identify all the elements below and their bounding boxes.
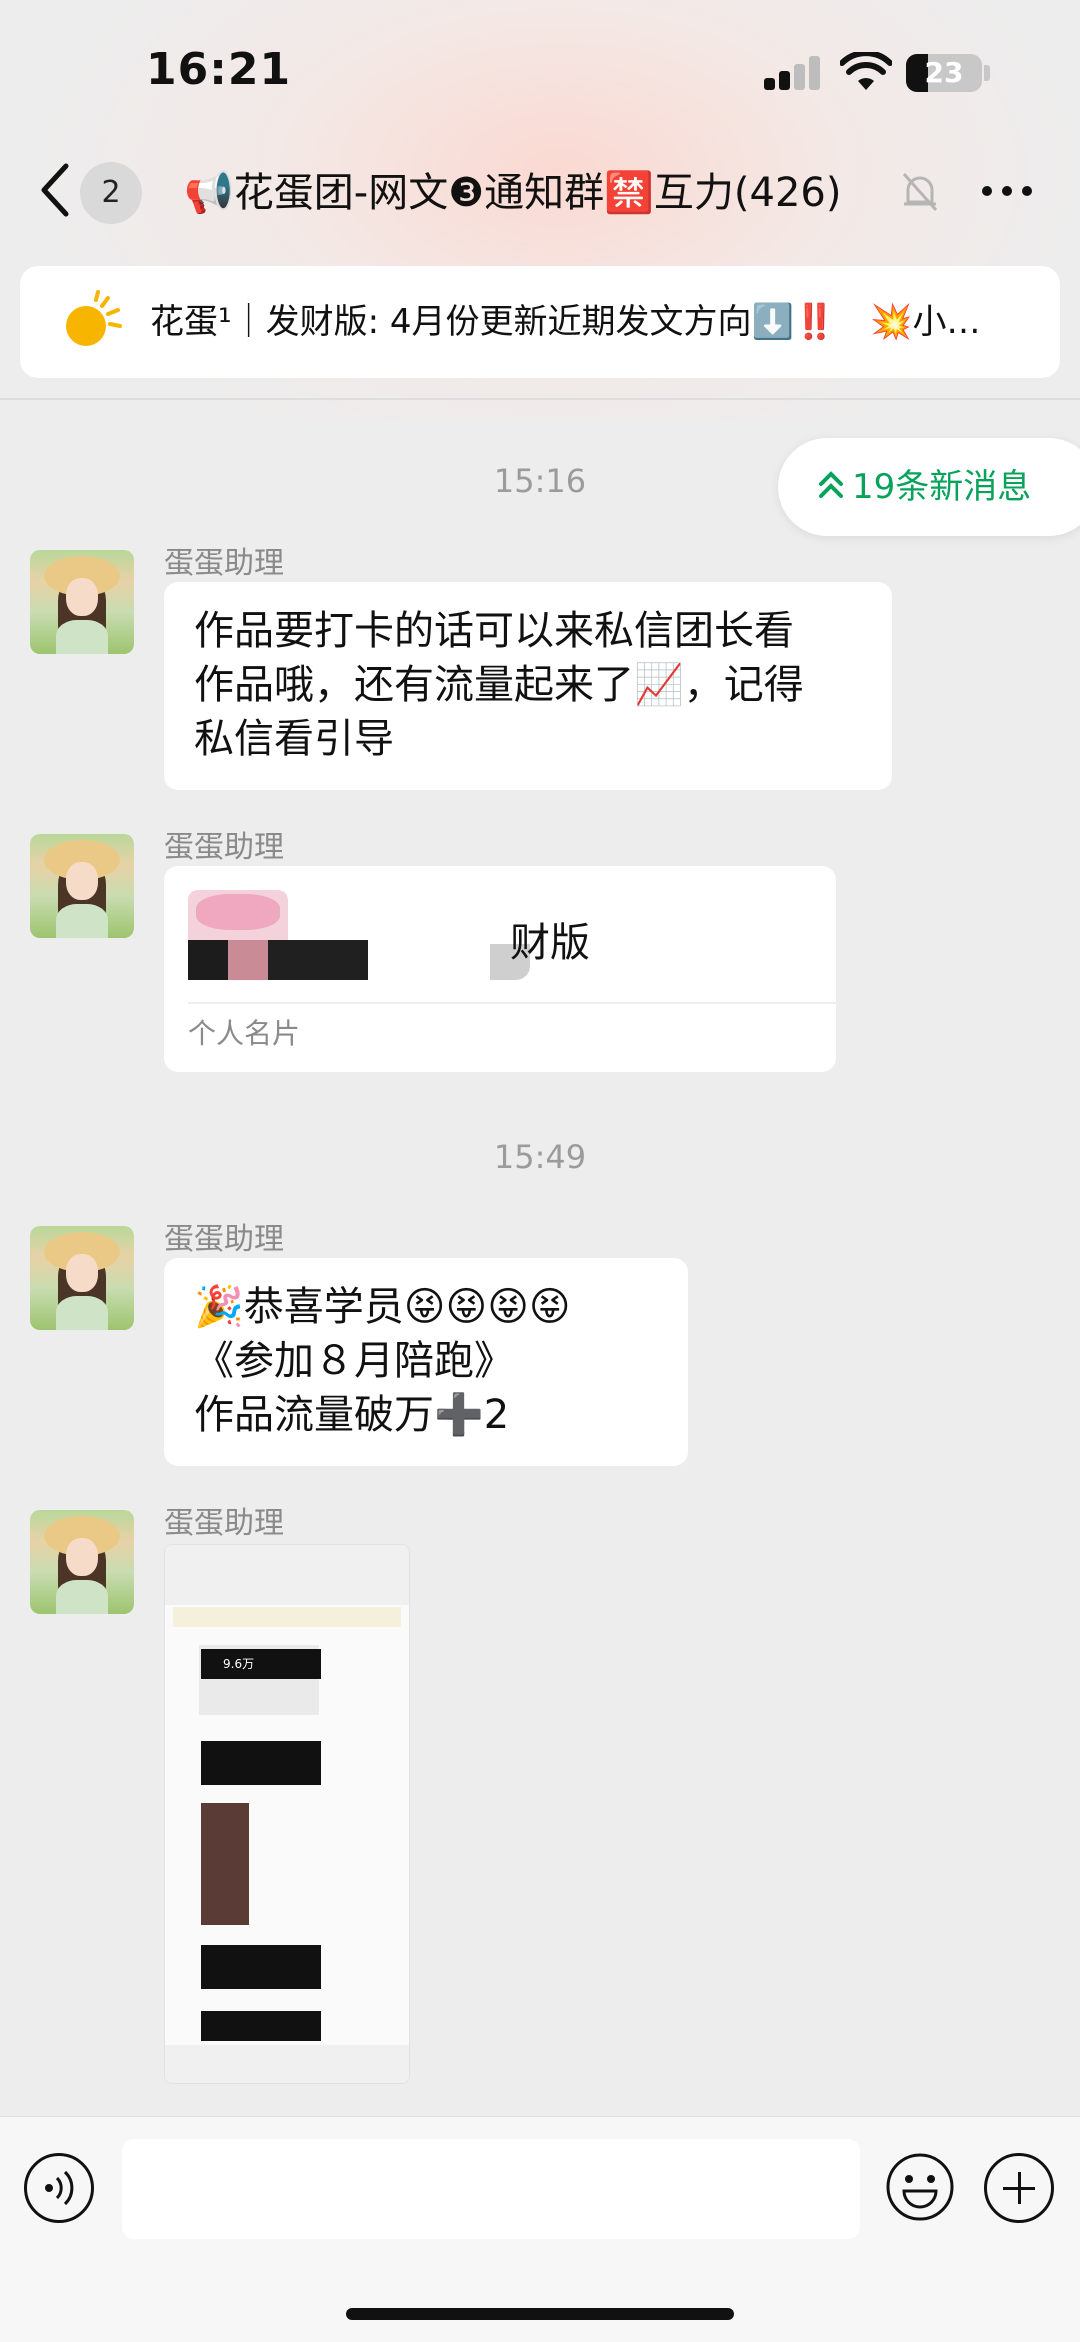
home-indicator [346,2308,734,2320]
sender-name: 蛋蛋助理 [164,830,284,865]
cellular-signal-icon [764,56,820,90]
avatar[interactable] [30,550,134,654]
image-message[interactable]: 9.6万 [164,1544,410,2084]
status-time: 16:21 [146,44,292,95]
message-timestamp: 15:16 [493,462,587,500]
redacted-block [188,940,228,980]
header-divider [0,398,1080,400]
more-options-icon[interactable] [982,184,1032,200]
back-icon[interactable] [36,160,76,220]
avatar[interactable] [30,834,134,938]
battery-icon: 23 [906,54,982,92]
add-attachment-button[interactable] [984,2153,1054,2223]
image-video-views: 9.6万 [223,1657,255,1671]
unread-count-badge[interactable]: 2 [80,162,142,224]
sender-name: 蛋蛋助理 [164,546,284,581]
message-bubble[interactable]: 🎉恭喜学员😝😝😝😝 《参加８月陪跑》 作品流量破万➕2 [164,1258,688,1466]
sender-name: 蛋蛋助理 [164,1222,284,1257]
pinned-announcement[interactable]: 花蛋¹｜发财版: 4月份更新近期发文方向⬇️‼️ 💥小… [20,266,1060,378]
redacted-block [228,940,268,980]
contact-card-name: 财版 [510,920,590,966]
avatar[interactable] [30,1226,134,1330]
avatar[interactable] [30,1510,134,1614]
voice-input-button[interactable] [24,2153,94,2223]
contact-card-type: 个人名片 [188,1017,301,1050]
chat-nav-bar: 2 📢花蛋团-网文❸通知群🈲互力(426) [0,140,1080,250]
message-bubble[interactable]: 作品要打卡的话可以来私信团长看 作品哦，还有流量起来了📈，记得 私信看引导 [164,582,892,790]
status-bar: 16:21 23 [0,0,1080,140]
battery-tip [984,65,990,81]
message-input[interactable] [122,2139,860,2239]
battery-percentage: 23 [924,56,964,89]
sun-icon [66,290,122,346]
pinned-announcement-text: 花蛋¹｜发财版: 4月份更新近期发文方向⬇️‼️ 💥小… [150,302,981,342]
voice-icon [45,2170,74,2206]
emoji-icon[interactable] [884,2151,956,2223]
muted-bell-icon [902,173,938,211]
contact-card[interactable]: 财版 个人名片 [164,866,836,1072]
card-divider [188,1002,836,1004]
message-timestamp: 15:49 [493,1138,587,1176]
chat-title: 📢花蛋团-网文❸通知群🈲互力(426) [184,170,842,216]
wifi-icon [840,52,892,90]
sender-name: 蛋蛋助理 [164,1506,284,1541]
redacted-block [268,940,368,980]
message-text: 作品要打卡的话可以来私信团长看 作品哦，还有流量起来了📈，记得 私信看引导 [194,608,804,762]
message-text: 🎉恭喜学员😝😝😝😝 《参加８月陪跑》 作品流量破万➕2 [194,1284,571,1438]
